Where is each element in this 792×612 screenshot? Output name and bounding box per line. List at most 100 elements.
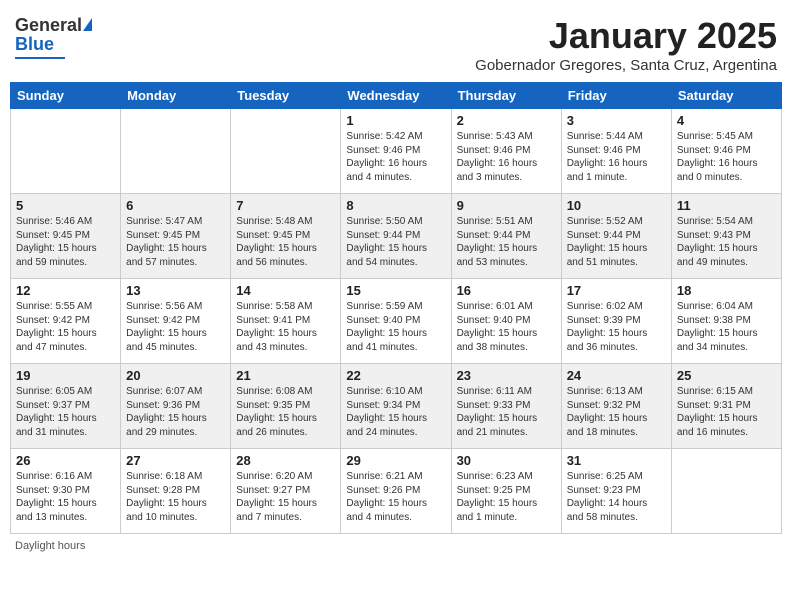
- logo-general-text: General: [15, 15, 82, 36]
- calendar-cell: 3 Sunrise: 5:44 AM Sunset: 9:46 PM Daylig…: [561, 109, 671, 194]
- calendar-cell: 4 Sunrise: 5:45 AM Sunset: 9:46 PM Daylig…: [671, 109, 781, 194]
- day-info: Sunrise: 5:59 AM Sunset: 9:40 PM Dayligh…: [346, 300, 445, 354]
- calendar-cell: 29Sunrise: 6:21 AM Sunset: 9:26 PM Dayli…: [341, 449, 451, 534]
- calendar-cell: 23Sunrise: 6:11 AM Sunset: 9:33 PM Dayli…: [451, 364, 561, 449]
- day-number: 2: [457, 113, 556, 128]
- calendar-cell: 14Sunrise: 5:58 AM Sunset: 9:41 PM Dayli…: [231, 279, 341, 364]
- day-number: 17: [567, 283, 666, 298]
- day-info: Sunrise: 6:01 AM Sunset: 9:40 PM Dayligh…: [457, 300, 556, 354]
- calendar-cell: [11, 109, 121, 194]
- weekday-saturday: Saturday: [671, 83, 781, 109]
- day-number: 25: [677, 368, 776, 383]
- day-info: Sunrise: 6:25 AM Sunset: 9:23 PM Dayligh…: [567, 470, 666, 524]
- weekday-header-row: SundayMondayTuesdayWednesdayThursdayFrid…: [11, 83, 782, 109]
- calendar-cell: 21 Sunrise: 6:08 AM Sunset: 9:35 PM Dayli…: [231, 364, 341, 449]
- day-info: Sunrise: 6:15 AM Sunset: 9:31 PM Dayligh…: [677, 385, 776, 439]
- day-number: 24: [567, 368, 666, 383]
- calendar-cell: 5Sunrise: 5:46 AM Sunset: 9:45 PM Daylig…: [11, 194, 121, 279]
- calendar-cell: 2Sunrise: 5:43 AM Sunset: 9:46 PM Daylig…: [451, 109, 561, 194]
- day-number: 10: [567, 198, 666, 213]
- day-info: Sunrise: 6:04 AM Sunset: 9:38 PM Dayligh…: [677, 300, 776, 354]
- calendar-table: SundayMondayTuesdayWednesdayThursdayFrid…: [10, 82, 782, 534]
- day-number: 19: [16, 368, 115, 383]
- calendar-cell: 30Sunrise: 6:23 AM Sunset: 9:25 PM Dayli…: [451, 449, 561, 534]
- calendar-cell: [121, 109, 231, 194]
- weekday-sunday: Sunday: [11, 83, 121, 109]
- daylight-hours-label: Daylight hours: [15, 540, 85, 552]
- calendar-cell: 6 Sunrise: 5:47 AM Sunset: 9:45 PM Daylig…: [121, 194, 231, 279]
- day-info: Sunrise: 5:44 AM Sunset: 9:46 PM Dayligh…: [567, 130, 666, 184]
- day-info: Sunrise: 5:46 AM Sunset: 9:45 PM Dayligh…: [16, 215, 115, 269]
- day-number: 3: [567, 113, 666, 128]
- calendar-cell: 26 Sunrise: 6:16 AM Sunset: 9:30 PM Dayli…: [11, 449, 121, 534]
- weekday-friday: Friday: [561, 83, 671, 109]
- day-number: 9: [457, 198, 556, 213]
- day-info: Sunrise: 5:56 AM Sunset: 9:42 PM Dayligh…: [126, 300, 225, 354]
- day-number: 30: [457, 453, 556, 468]
- day-number: 12: [16, 283, 115, 298]
- day-number: 28: [236, 453, 335, 468]
- weekday-thursday: Thursday: [451, 83, 561, 109]
- weekday-monday: Monday: [121, 83, 231, 109]
- title-block: January 2025 Gobernador Gregores, Santa …: [475, 15, 777, 74]
- calendar-cell: 15 Sunrise: 5:59 AM Sunset: 9:40 PM Dayli…: [341, 279, 451, 364]
- day-info: Sunrise: 5:42 AM Sunset: 9:46 PM Dayligh…: [346, 130, 445, 184]
- calendar-cell: 9Sunrise: 5:51 AM Sunset: 9:44 PM Daylig…: [451, 194, 561, 279]
- day-number: 26: [16, 453, 115, 468]
- day-number: 8: [346, 198, 445, 213]
- day-info: Sunrise: 5:55 AM Sunset: 9:42 PM Dayligh…: [16, 300, 115, 354]
- calendar-cell: 11 Sunrise: 5:54 AM Sunset: 9:43 PM Dayli…: [671, 194, 781, 279]
- day-number: 20: [126, 368, 225, 383]
- calendar-cell: 28 Sunrise: 6:20 AM Sunset: 9:27 PM Dayli…: [231, 449, 341, 534]
- calendar-cell: 13 Sunrise: 5:56 AM Sunset: 9:42 PM Dayli…: [121, 279, 231, 364]
- day-number: 18: [677, 283, 776, 298]
- day-info: Sunrise: 6:10 AM Sunset: 9:34 PM Dayligh…: [346, 385, 445, 439]
- day-info: Sunrise: 5:54 AM Sunset: 9:43 PM Dayligh…: [677, 215, 776, 269]
- logo: General Blue: [15, 15, 92, 59]
- day-info: Sunrise: 6:08 AM Sunset: 9:35 PM Dayligh…: [236, 385, 335, 439]
- calendar-cell: 19 Sunrise: 6:05 AM Sunset: 9:37 PM Dayli…: [11, 364, 121, 449]
- day-number: 29: [346, 453, 445, 468]
- day-number: 6: [126, 198, 225, 213]
- calendar-cell: 7 Sunrise: 5:48 AM Sunset: 9:45 PM Daylig…: [231, 194, 341, 279]
- calendar-cell: 20 Sunrise: 6:07 AM Sunset: 9:36 PM Dayli…: [121, 364, 231, 449]
- day-number: 27: [126, 453, 225, 468]
- calendar-cell: 17 Sunrise: 6:02 AM Sunset: 9:39 PM Dayli…: [561, 279, 671, 364]
- calendar-cell: 31 Sunrise: 6:25 AM Sunset: 9:23 PM Dayli…: [561, 449, 671, 534]
- calendar-cell: 16Sunrise: 6:01 AM Sunset: 9:40 PM Dayli…: [451, 279, 561, 364]
- day-number: 13: [126, 283, 225, 298]
- calendar-cell: 25 Sunrise: 6:15 AM Sunset: 9:31 PM Dayli…: [671, 364, 781, 449]
- day-info: Sunrise: 6:18 AM Sunset: 9:28 PM Dayligh…: [126, 470, 225, 524]
- day-number: 7: [236, 198, 335, 213]
- day-number: 21: [236, 368, 335, 383]
- day-number: 31: [567, 453, 666, 468]
- day-info: Sunrise: 5:48 AM Sunset: 9:45 PM Dayligh…: [236, 215, 335, 269]
- location-subtitle: Gobernador Gregores, Santa Cruz, Argenti…: [475, 57, 777, 74]
- day-number: 4: [677, 113, 776, 128]
- day-info: Sunrise: 5:45 AM Sunset: 9:46 PM Dayligh…: [677, 130, 776, 184]
- day-info: Sunrise: 6:05 AM Sunset: 9:37 PM Dayligh…: [16, 385, 115, 439]
- day-info: Sunrise: 6:16 AM Sunset: 9:30 PM Dayligh…: [16, 470, 115, 524]
- day-info: Sunrise: 6:13 AM Sunset: 9:32 PM Dayligh…: [567, 385, 666, 439]
- month-title: January 2025: [475, 15, 777, 57]
- day-info: Sunrise: 6:02 AM Sunset: 9:39 PM Dayligh…: [567, 300, 666, 354]
- day-info: Sunrise: 6:20 AM Sunset: 9:27 PM Dayligh…: [236, 470, 335, 524]
- day-number: 15: [346, 283, 445, 298]
- weekday-wednesday: Wednesday: [341, 83, 451, 109]
- calendar-cell: 1Sunrise: 5:42 AM Sunset: 9:46 PM Daylig…: [341, 109, 451, 194]
- day-info: Sunrise: 6:07 AM Sunset: 9:36 PM Dayligh…: [126, 385, 225, 439]
- calendar-cell: 27 Sunrise: 6:18 AM Sunset: 9:28 PM Dayli…: [121, 449, 231, 534]
- day-number: 11: [677, 198, 776, 213]
- day-info: Sunrise: 6:11 AM Sunset: 9:33 PM Dayligh…: [457, 385, 556, 439]
- weekday-tuesday: Tuesday: [231, 83, 341, 109]
- logo-blue-text: Blue: [15, 34, 54, 55]
- day-info: Sunrise: 5:47 AM Sunset: 9:45 PM Dayligh…: [126, 215, 225, 269]
- calendar-cell: 22 Sunrise: 6:10 AM Sunset: 9:34 PM Dayli…: [341, 364, 451, 449]
- calendar-cell: [671, 449, 781, 534]
- logo-triangle-icon: [83, 18, 92, 31]
- day-info: Sunrise: 5:50 AM Sunset: 9:44 PM Dayligh…: [346, 215, 445, 269]
- calendar-cell: 10Sunrise: 5:52 AM Sunset: 9:44 PM Dayli…: [561, 194, 671, 279]
- calendar-week-row: 1Sunrise: 5:42 AM Sunset: 9:46 PM Daylig…: [11, 109, 782, 194]
- calendar-cell: 24 Sunrise: 6:13 AM Sunset: 9:32 PM Dayli…: [561, 364, 671, 449]
- day-number: 22: [346, 368, 445, 383]
